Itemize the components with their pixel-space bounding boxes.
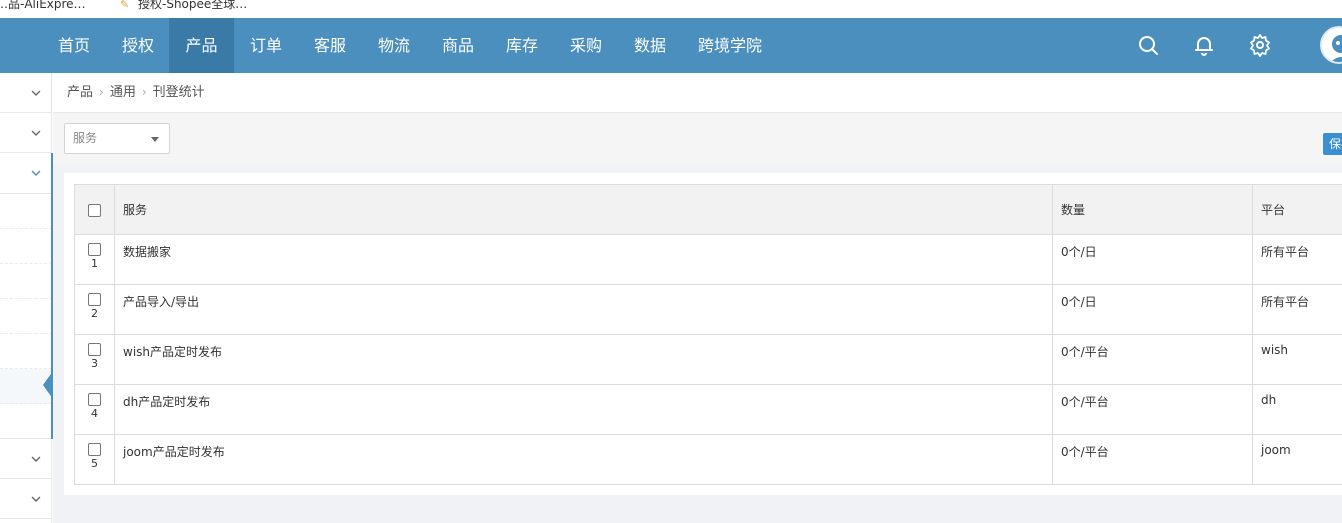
- row-select-cell: 4: [74, 384, 115, 435]
- cell-service: wish产品定时发布: [114, 334, 1053, 385]
- table-panel: 服务 数量 平台 1 数据搬家 0个/日 所有平台 2 产品导入/导出 0个/日…: [64, 173, 1342, 495]
- sidebar-subitem[interactable]: [0, 299, 52, 334]
- row-number: 3: [91, 357, 98, 370]
- table-row: 5 joom产品定时发布 0个/平台 joom: [74, 434, 1342, 485]
- row-checkbox[interactable]: [88, 393, 101, 406]
- table-row: 4 dh产品定时发布 0个/平台 dh: [74, 384, 1342, 435]
- save-button[interactable]: 保存: [1323, 133, 1342, 155]
- main-content: 产品›通用›刊登统计 服务 保存 服务 数量 平台 1 数据搬家 0个: [53, 73, 1342, 523]
- bell-icon[interactable]: [1192, 33, 1216, 57]
- sidebar-subitem[interactable]: [0, 229, 52, 264]
- header-service: 服务: [114, 184, 1053, 235]
- nav-products[interactable]: 产品: [169, 18, 234, 73]
- breadcrumb: 产品 › 通用 › 刊登统计: [53, 73, 1342, 113]
- cell-platform: joom: [1252, 434, 1342, 485]
- chevron-down-icon: [31, 90, 41, 96]
- cell-service: dh产品定时发布: [114, 384, 1053, 435]
- row-checkbox[interactable]: [88, 443, 101, 456]
- row-number: 4: [91, 407, 98, 420]
- row-select-cell: 5: [74, 434, 115, 485]
- nav-academy[interactable]: 跨境学院: [684, 18, 776, 73]
- cell-count: 0个/平台: [1052, 434, 1253, 485]
- cell-count: 0个/平台: [1052, 384, 1253, 435]
- sidebar-active-arrow: [43, 371, 53, 399]
- sidebar-subitem[interactable]: [0, 264, 52, 299]
- nav-auth[interactable]: 授权: [107, 18, 169, 73]
- user-avatar-icon: [1322, 28, 1342, 62]
- service-table: 服务 数量 平台 1 数据搬家 0个/日 所有平台 2 产品导入/导出 0个/日…: [74, 184, 1342, 485]
- header-platform: 平台: [1252, 184, 1342, 235]
- cell-platform: 所有平台: [1252, 284, 1342, 335]
- nav-goods[interactable]: 商品: [426, 18, 490, 73]
- breadcrumb-item[interactable]: 通用: [110, 85, 136, 100]
- row-checkbox[interactable]: [88, 243, 101, 256]
- cell-count: 0个/日: [1052, 234, 1253, 285]
- sidebar-subitem[interactable]: [0, 194, 52, 229]
- bookmark-label: 授权-Shopee全球…: [138, 0, 248, 11]
- bookmark-shopee[interactable]: ✎ 授权-Shopee全球…: [120, 0, 247, 12]
- row-checkbox[interactable]: [88, 293, 101, 306]
- sidebar-group-5[interactable]: [0, 479, 52, 519]
- bookmarks-bar: …品-AliExpre… ✎ 授权-Shopee全球…: [0, 0, 1342, 18]
- caret-down-icon: [151, 137, 159, 142]
- table-row: 3 wish产品定时发布 0个/平台 wish: [74, 334, 1342, 385]
- row-select-cell: 3: [74, 334, 115, 385]
- nav-data[interactable]: 数据: [618, 18, 682, 73]
- cell-count: 0个/平台: [1052, 334, 1253, 385]
- breadcrumb-separator-icon: ›: [141, 85, 147, 99]
- filter-bar: 服务 保存: [53, 114, 1342, 164]
- select-all-checkbox[interactable]: [88, 203, 101, 217]
- table-row: 1 数据搬家 0个/日 所有平台: [74, 234, 1342, 285]
- breadcrumb-item[interactable]: 产品: [67, 85, 93, 100]
- service-select[interactable]: 服务: [64, 123, 170, 154]
- breadcrumb-current: 刊登统计: [152, 85, 205, 100]
- row-number: 5: [91, 457, 98, 470]
- cell-platform: 所有平台: [1252, 234, 1342, 285]
- gear-icon[interactable]: [1248, 33, 1272, 57]
- sidebar-subitem[interactable]: [0, 334, 52, 369]
- cell-service: 数据搬家: [114, 234, 1053, 285]
- bookmark-aliexpress[interactable]: …品-AliExpre…: [0, 0, 86, 12]
- sidebar: [0, 73, 53, 523]
- chevron-down-icon: [31, 496, 41, 502]
- sidebar-group-1[interactable]: [0, 73, 52, 113]
- row-select-cell: 2: [74, 284, 115, 335]
- breadcrumb-separator-icon: ›: [99, 85, 104, 99]
- nav-purchase[interactable]: 采购: [554, 18, 618, 73]
- chevron-down-icon: [31, 170, 41, 176]
- cell-platform: wish: [1252, 334, 1342, 385]
- table-row: 2 产品导入/导出 0个/日 所有平台: [74, 284, 1342, 335]
- table-header-row: 服务 数量 平台: [74, 184, 1342, 235]
- sidebar-subitem[interactable]: [0, 404, 52, 439]
- cell-count: 0个/日: [1052, 284, 1253, 335]
- row-checkbox[interactable]: [88, 343, 101, 356]
- search-icon[interactable]: [1136, 33, 1160, 57]
- row-number: 2: [91, 307, 98, 320]
- cell-platform: dh: [1252, 384, 1342, 435]
- service-select-value: 服务: [73, 131, 98, 145]
- cell-service: 产品导入/导出: [114, 284, 1053, 335]
- sidebar-group-4[interactable]: [0, 439, 52, 479]
- chevron-down-icon: [31, 456, 41, 462]
- select-all-cell: [74, 184, 115, 235]
- nav-home[interactable]: 首页: [45, 18, 103, 73]
- avatar[interactable]: [1320, 26, 1342, 64]
- row-number: 1: [91, 257, 98, 270]
- nav-inventory[interactable]: 库存: [490, 18, 554, 73]
- nav-orders[interactable]: 订单: [234, 18, 298, 73]
- top-nav: 首页 授权 产品 订单 客服 物流 商品 库存 采购 数据 跨境学院: [0, 18, 1342, 73]
- nav-customer-service[interactable]: 客服: [298, 18, 362, 73]
- header-count: 数量: [1052, 184, 1253, 235]
- cell-service: joom产品定时发布: [114, 434, 1053, 485]
- chevron-down-icon: [31, 130, 41, 136]
- nav-logistics[interactable]: 物流: [362, 18, 426, 73]
- row-select-cell: 1: [74, 234, 115, 285]
- sidebar-group-2[interactable]: [0, 113, 52, 153]
- sidebar-group-3-expanded[interactable]: [0, 153, 52, 194]
- bookmark-icon: ✎: [120, 0, 130, 11]
